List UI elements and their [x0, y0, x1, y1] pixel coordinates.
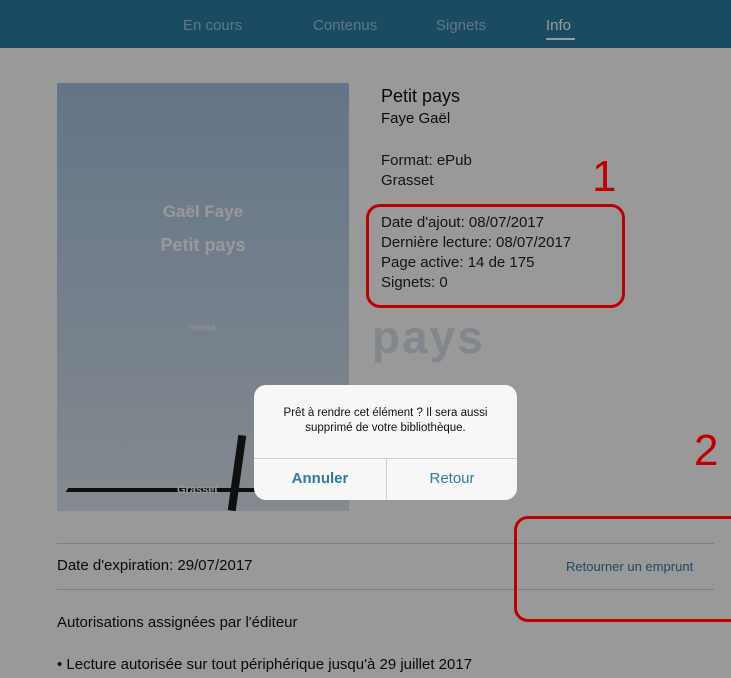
active-tab-indicator — [546, 38, 575, 40]
cover-title: Petit pays — [160, 235, 246, 255]
bookmarks-count: Signets: 0 — [381, 274, 448, 291]
date-added: Date d'ajout: 08/07/2017 — [381, 214, 544, 231]
tab-signets[interactable]: Signets — [436, 17, 486, 34]
active-page: Page active: 14 de 175 — [381, 254, 535, 271]
confirm-return-button[interactable]: Retour — [387, 458, 517, 500]
return-confirm-dialog: Prêt à rendre cet élément ? Il sera auss… — [254, 385, 517, 500]
permissions-heading: Autorisations assignées par l'éditeur — [57, 614, 298, 631]
book-author: Faye Gaël — [381, 110, 451, 127]
divider-top — [57, 543, 714, 544]
expiration-date: Date d'expiration: 29/07/2017 — [57, 557, 253, 574]
cover-illustration-pole — [227, 434, 247, 511]
permissions-item: • Lecture autorisée sur tout périphériqu… — [57, 656, 473, 673]
book-publisher: Grasset — [381, 172, 434, 189]
info-content: Gaël Faye Petit pays roman Grasset pays … — [0, 48, 731, 678]
book-title: Petit pays — [381, 86, 461, 106]
top-nav: En cours Contenus Signets Info — [0, 0, 731, 48]
background-watermark: pays — [372, 311, 485, 363]
tab-info[interactable]: Info — [546, 17, 571, 34]
cover-publisher: Grasset — [177, 484, 218, 496]
cancel-button[interactable]: Annuler — [254, 458, 386, 500]
dialog-message: Prêt à rendre cet élément ? Il sera auss… — [283, 407, 488, 434]
return-loan-link[interactable]: Retourner un emprunt — [566, 559, 693, 574]
divider-bottom — [57, 589, 714, 590]
tab-contenus[interactable]: Contenus — [313, 17, 377, 34]
last-read: Dernière lecture: 08/07/2017 — [381, 234, 572, 251]
book-format: Format: ePub — [381, 152, 472, 169]
cover-illustration-shadow — [65, 488, 259, 492]
book-info-page: En cours Contenus Signets Info Gaël Faye… — [0, 0, 731, 678]
tab-en-cours[interactable]: En cours — [183, 17, 242, 34]
cover-author: Gaël Faye — [162, 202, 244, 221]
cover-subtitle: roman — [189, 323, 217, 332]
